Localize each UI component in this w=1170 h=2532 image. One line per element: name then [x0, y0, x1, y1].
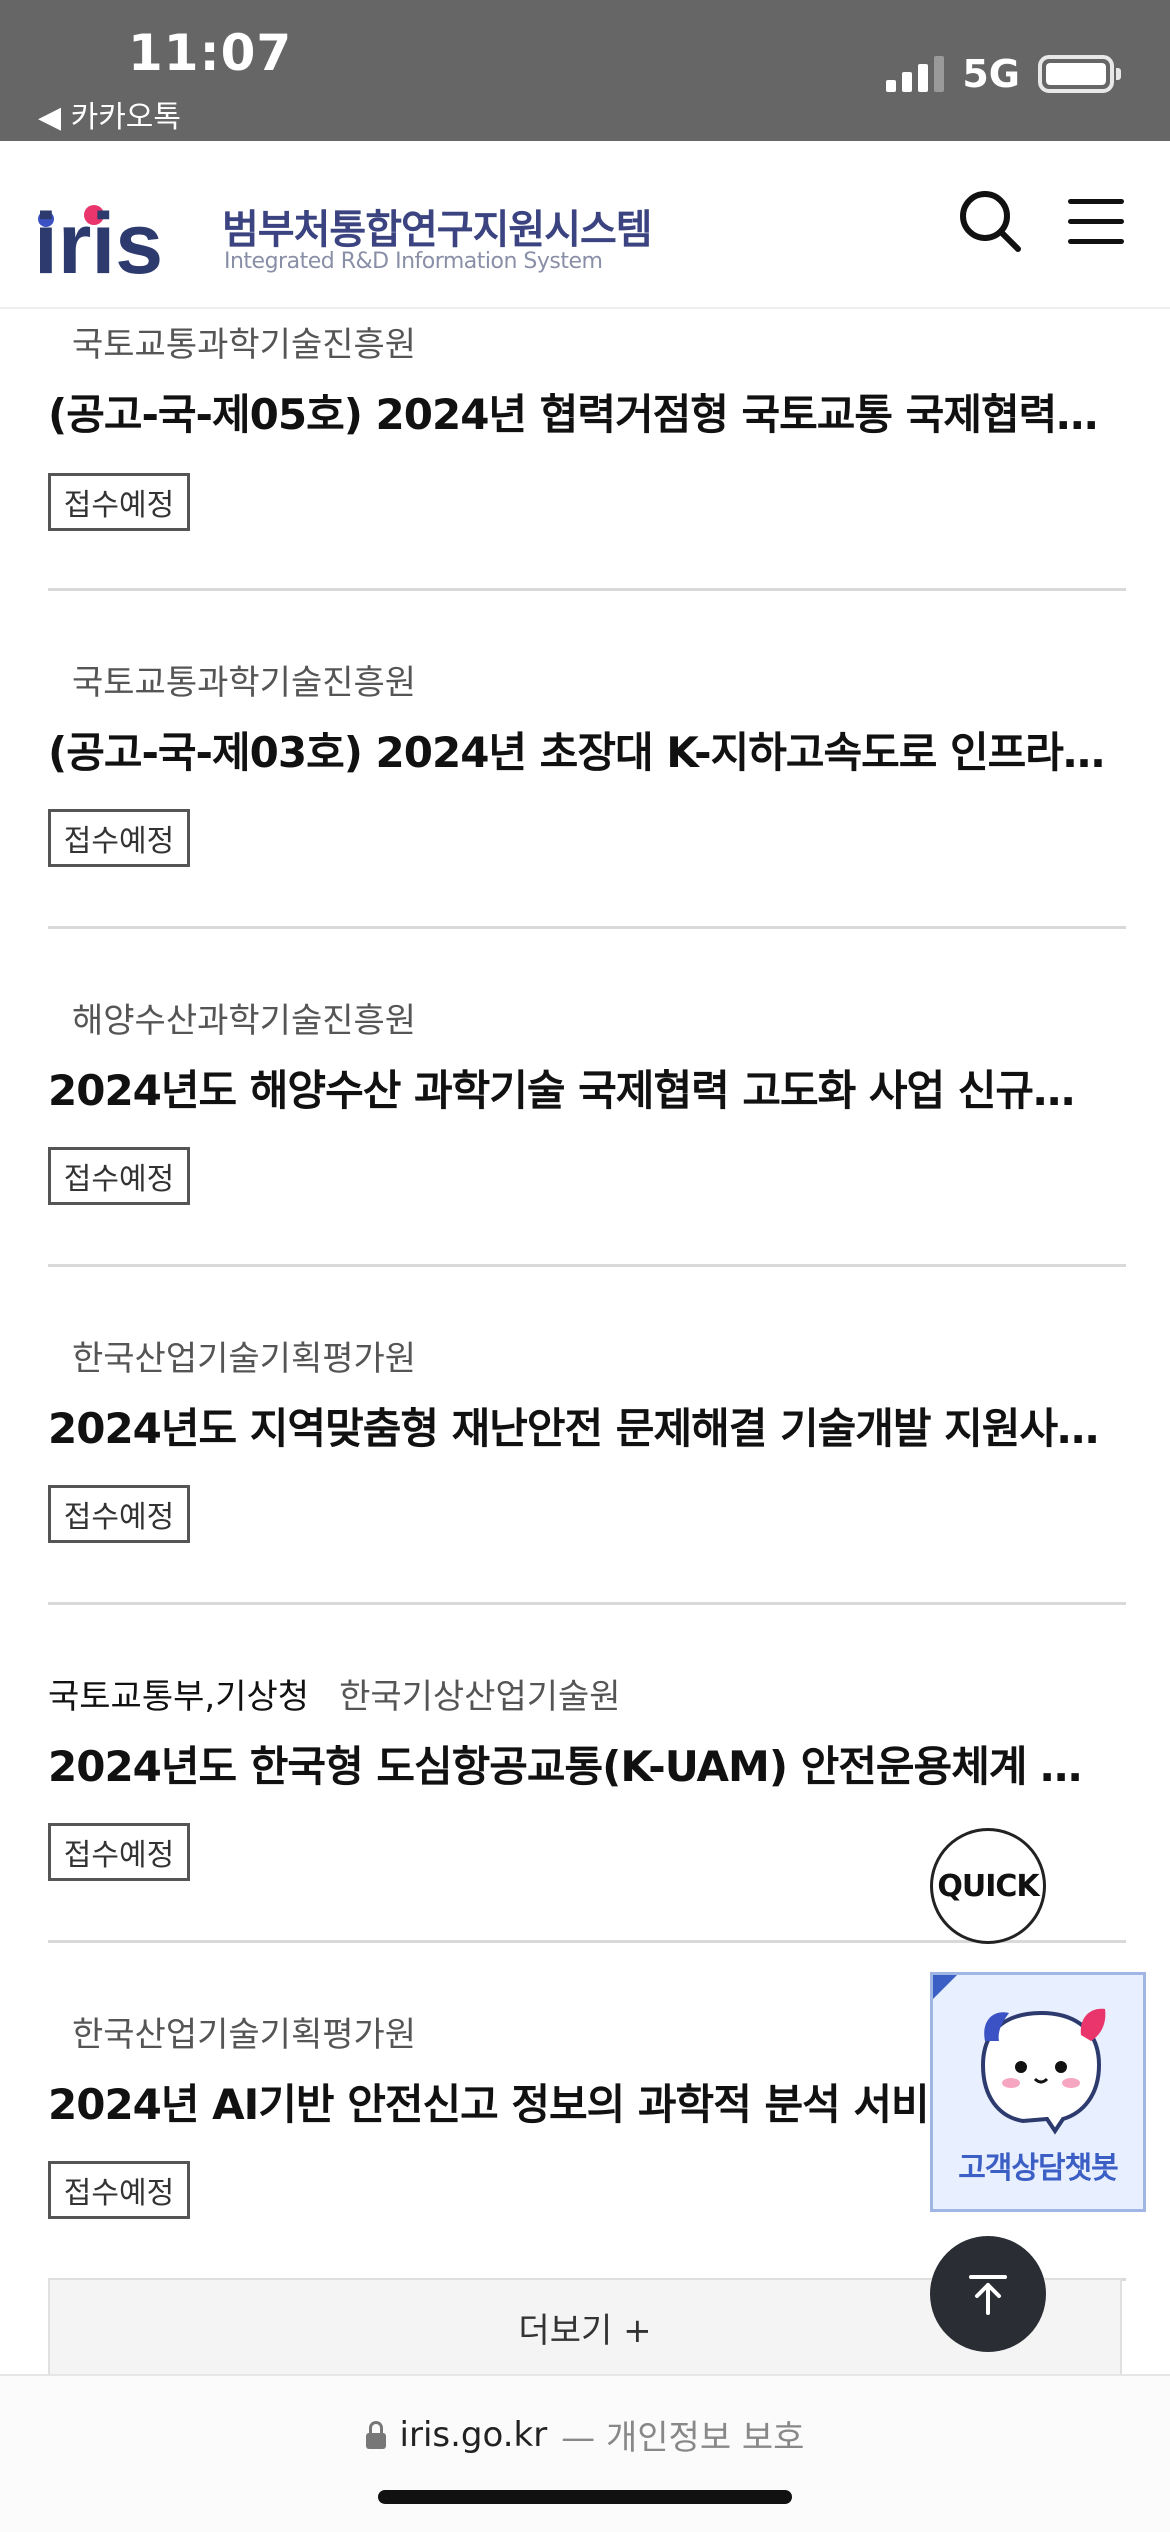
quick-menu-button[interactable]: QUICK	[930, 1828, 1046, 1944]
notice-agency-name: 국토교통과학기술진흥원	[72, 663, 417, 703]
notice-title[interactable]: (공고-국-제05호) 2024년 협력거점형 국토교통 국제협력 연구개발사업…	[48, 381, 1108, 442]
notice-title[interactable]: (공고-국-제03호) 2024년 초장대 K-지하고속도로 인프라 기술개발 …	[48, 719, 1108, 780]
notice-agency: 해양수산과학기술진흥원	[72, 993, 416, 1042]
status-bar: 11:07 ◀ 카카오톡 5G	[0, 0, 1170, 141]
chatbot-label: 고객상담챗봇	[958, 2151, 1119, 2186]
back-to-app-link[interactable]: ◀ 카카오톡	[38, 92, 181, 136]
notice-agency: 국토교통과학기술진흥원	[72, 317, 416, 366]
chatbot-mascot-icon	[980, 2008, 1106, 2135]
scroll-to-top-button[interactable]	[930, 2236, 1046, 2352]
chatbot-corner-decoration	[933, 1975, 957, 1999]
notice-title[interactable]: 2024년도 지역맞춤형 재난안전 문제해결 기술개발 지원사업 신규과제 공고	[48, 1395, 1108, 1456]
status-badge: 접수예정	[48, 473, 190, 531]
status-badge: 접수예정	[48, 1147, 190, 1205]
notice-title[interactable]: 2024년도 한국형 도심항공교통(K-UAM) 안전운용체계 핵심기술 개발사…	[48, 1733, 1108, 1794]
logo-text: iris	[34, 196, 163, 285]
status-badge: 접수예정	[48, 809, 190, 867]
notice-agency-name: 해양수산과학기술진흥원	[72, 1001, 417, 1041]
cellular-signal-icon	[886, 56, 945, 92]
notice-agency: 국토교통과학기술진흥원	[72, 655, 416, 704]
status-badge: 접수예정	[48, 1823, 190, 1881]
browser-address-bar[interactable]: iris.go.kr — 개인정보 보호	[0, 2374, 1170, 2532]
list-item[interactable]: 해양수산과학기술진흥원 2024년도 해양수산 과학기술 국제협력 고도화 사업…	[48, 929, 1126, 1267]
notice-ministry: 국토교통부,기상청	[48, 1677, 310, 1717]
network-type: 5G	[962, 52, 1020, 96]
hamburger-menu-icon[interactable]	[1068, 199, 1124, 245]
status-time: 11:07	[128, 24, 293, 82]
status-indicators: 5G	[886, 52, 1121, 96]
status-badge: 접수예정	[48, 2161, 190, 2219]
url-row[interactable]: iris.go.kr — 개인정보 보호	[0, 2410, 1170, 2459]
site-title: 범부처통합연구지원시스템	[222, 207, 653, 253]
arrow-up-icon	[969, 2275, 1007, 2315]
battery-icon	[1038, 55, 1121, 93]
list-item[interactable]: 한국산업기술기획평가원 2024년도 지역맞춤형 재난안전 문제해결 기술개발 …	[48, 1267, 1126, 1605]
home-indicator[interactable]	[378, 2490, 792, 2504]
list-item[interactable]: 국토교통과학기술진흥원 (공고-국-제03호) 2024년 초장대 K-지하고속…	[48, 591, 1126, 929]
notice-agency-name: 한국산업기술기획평가원	[72, 2015, 417, 2055]
site-subtitle: Integrated R&D Information System	[224, 249, 603, 274]
status-badge: 접수예정	[48, 1485, 190, 1543]
notice-agency-name: 한국기상산업기술원	[339, 1677, 621, 1717]
list-item[interactable]: 국토교통과학기술진흥원 (공고-국-제05호) 2024년 협력거점형 국토교통…	[48, 309, 1126, 591]
notice-agency-name: 한국산업기술기획평가원	[72, 1339, 417, 1379]
notice-agency: 한국산업기술기획평가원	[72, 1331, 416, 1380]
notice-agency: 국토교통부,기상청 한국기상산업기술원	[48, 1669, 621, 1718]
url-domain: iris.go.kr	[399, 2414, 548, 2455]
site-header: iris 범부처통합연구지원시스템 Integrated R&D Informa…	[0, 141, 1170, 309]
lock-icon	[365, 2420, 386, 2449]
search-icon[interactable]	[958, 189, 1024, 255]
iris-logo[interactable]: iris	[34, 175, 194, 285]
notice-title[interactable]: 2024년도 해양수산 과학기술 국제협력 고도화 사업 신규과제 공고	[48, 1057, 1108, 1118]
notice-agency-name: 국토교통과학기술진흥원	[72, 325, 417, 365]
chatbot-button[interactable]: 고객상담챗봇	[930, 1972, 1146, 2212]
privacy-note: — 개인정보 보호	[561, 2418, 805, 2458]
notice-agency: 한국산업기술기획평가원	[72, 2007, 416, 2056]
